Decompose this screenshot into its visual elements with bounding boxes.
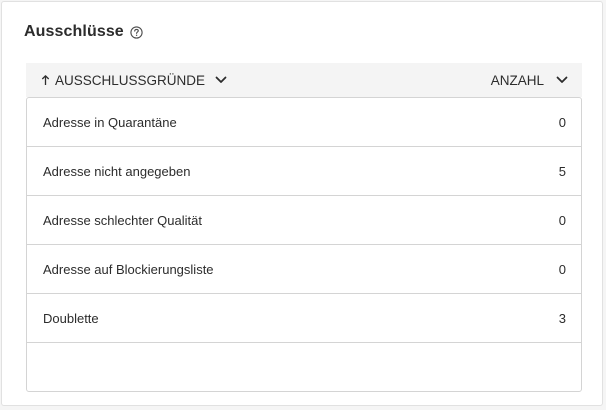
exclusion-reason: Adresse in Quarantäne: [43, 114, 177, 130]
table-row[interactable]: Adresse schlechter Qualität 0: [27, 196, 581, 245]
column-header-reasons-label: AUSSCHLUSSGRÜNDE: [55, 72, 206, 88]
help-circle-icon[interactable]: [130, 25, 143, 39]
panel-header: Ausschlüsse: [24, 21, 143, 43]
exclusion-count: 0: [558, 212, 566, 228]
exclusions-panel: Ausschlüsse AUSSCHLUSSGRÜNDE ANZAHL Adre…: [1, 1, 603, 406]
exclusion-count: 5: [558, 163, 566, 179]
column-header-count[interactable]: ANZAHL: [491, 73, 582, 88]
exclusion-reason: Adresse nicht angegeben: [43, 163, 191, 179]
exclusion-reason: Doublette: [43, 310, 99, 326]
exclusion-count: 3: [558, 310, 566, 326]
panel-title: Ausschlüsse: [24, 23, 124, 40]
chevron-down-icon[interactable]: [556, 76, 568, 84]
exclusion-reason: Adresse auf Blockierungsliste: [43, 261, 214, 277]
column-header-reasons[interactable]: AUSSCHLUSSGRÜNDE: [26, 73, 227, 88]
exclusion-count: 0: [558, 261, 566, 277]
table-row[interactable]: Doublette 3: [27, 294, 581, 343]
table-header: AUSSCHLUSSGRÜNDE ANZAHL: [26, 63, 582, 97]
column-header-count-label: ANZAHL: [490, 72, 544, 88]
table-body: Adresse in Quarantäne 0 Adresse nicht an…: [26, 97, 582, 392]
exclusion-reason: Adresse schlechter Qualität: [43, 212, 202, 228]
arrow-up-icon: [40, 74, 51, 86]
exclusion-count: 0: [558, 114, 566, 130]
chevron-down-icon[interactable]: [215, 76, 227, 84]
table-row[interactable]: Adresse in Quarantäne 0: [27, 98, 581, 147]
table-row[interactable]: Adresse auf Blockierungsliste 0: [27, 245, 581, 294]
table-row[interactable]: Adresse nicht angegeben 5: [27, 147, 581, 196]
